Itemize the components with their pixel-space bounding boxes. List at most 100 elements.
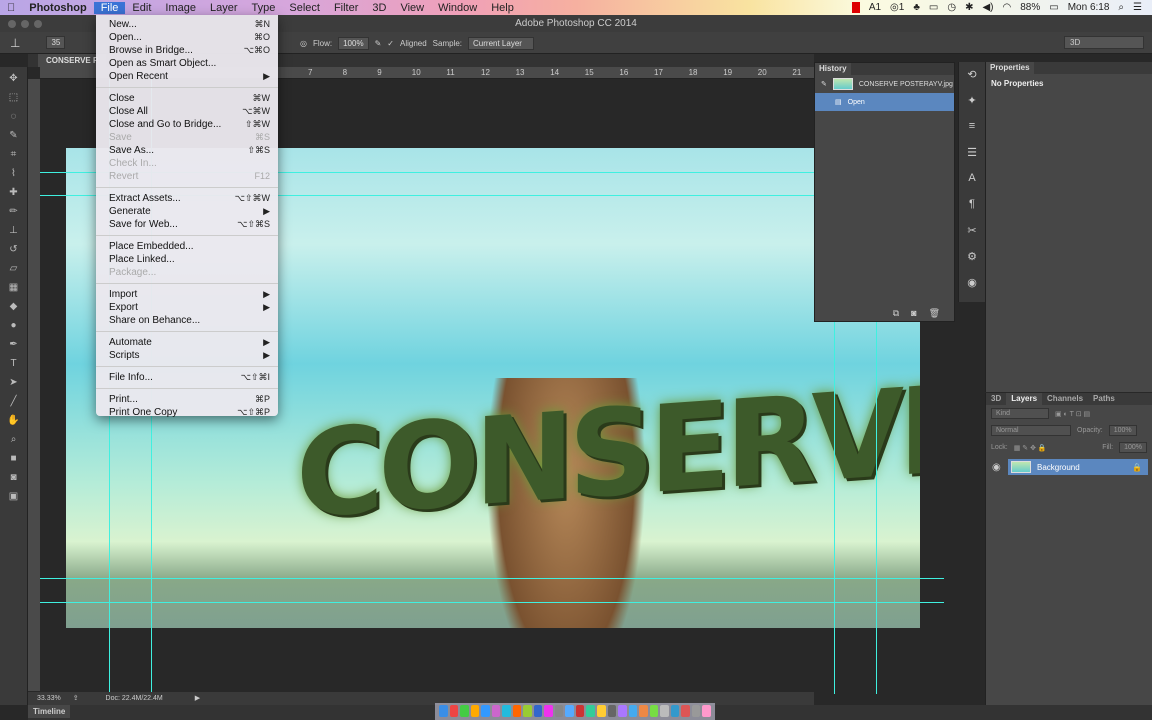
dock-app-icon[interactable] (586, 705, 595, 717)
menu-item-place-linked[interactable]: Place Linked... (96, 253, 278, 266)
menu-item-close[interactable]: Close ⌘W (96, 92, 278, 105)
dock-app-icon[interactable] (481, 705, 490, 717)
dock-app-icon[interactable] (607, 705, 617, 717)
menu-item-extract-assets[interactable]: Extract Assets... ⌥⇧⌘W (96, 192, 278, 205)
dock-app-icon[interactable] (691, 705, 701, 717)
eyedropper-tool-icon[interactable]: ⌇ (7, 167, 21, 181)
colors-tool-icon[interactable]: ■ (7, 452, 21, 466)
menu-image[interactable]: Image (158, 2, 203, 14)
menu-item-place-embedded[interactable]: Place Embedded... (96, 240, 278, 253)
crop-tool-icon[interactable]: ⌗ (7, 148, 21, 162)
hand-tool-icon[interactable]: ✋ (7, 414, 21, 428)
dock-app-icon[interactable] (618, 705, 627, 717)
opacity-input[interactable]: 100% (1108, 425, 1137, 436)
sample-select[interactable]: Current Layer (468, 36, 535, 50)
fill-input[interactable]: 100% (1119, 442, 1147, 453)
brush-presets-icon[interactable]: ✦ (962, 94, 982, 114)
menu-item-share-on-behance[interactable]: Share on Behance... (96, 314, 278, 327)
guide[interactable] (40, 602, 944, 603)
menu-file[interactable]: File (93, 1, 126, 14)
notification-center-icon[interactable]: ☰ (1133, 2, 1142, 13)
history-step[interactable]: ▤ Open (815, 93, 954, 111)
new-document-from-state-icon[interactable]: ⧉ (893, 308, 899, 319)
snapshot-camera-icon[interactable]: ◙ (911, 308, 916, 319)
volume-icon[interactable]: ◀) (982, 2, 993, 13)
menu-item-automate[interactable]: Automate ▶ (96, 336, 278, 349)
menu-3d[interactable]: 3D (365, 2, 393, 14)
menu-item-print[interactable]: Print... ⌘P (96, 393, 278, 406)
history-tab[interactable]: History (815, 63, 851, 75)
spotlight-icon[interactable]: ⌕ (1118, 2, 1124, 13)
move-tool-icon[interactable]: ✥ (7, 72, 21, 86)
brush-tool-icon[interactable]: ✏ (7, 205, 21, 219)
quick-select-tool-icon[interactable]: ✎ (7, 129, 21, 143)
tab-3d[interactable]: 3D (986, 393, 1006, 405)
adobe-icon[interactable]: A1 (869, 2, 881, 13)
dock-app-icon[interactable] (523, 705, 532, 717)
menu-item-browse-in-bridge[interactable]: Browse in Bridge... ⌥⌘O (96, 44, 278, 57)
menu-window[interactable]: Window (431, 2, 484, 14)
menu-help[interactable]: Help (484, 2, 521, 14)
dock-app-icon[interactable] (460, 705, 469, 717)
menu-item-close-all[interactable]: Close All ⌥⌘W (96, 105, 278, 118)
menu-item-export[interactable]: Export ▶ (96, 301, 278, 314)
menu-select[interactable]: Select (282, 2, 327, 14)
dodge-tool-icon[interactable]: ● (7, 319, 21, 333)
history-snapshot[interactable]: ✎ CONSERVE POSTERAYV.jpg (815, 75, 954, 93)
menu-photoshop[interactable]: Photoshop (22, 2, 93, 14)
dock-app-icon[interactable] (565, 705, 574, 717)
line-tool-icon[interactable]: ╱ (7, 395, 21, 409)
filter-icons[interactable]: ▣ ◐ T ⊡ ▤ (1055, 410, 1090, 418)
blur-tool-icon[interactable]: ◆ (7, 300, 21, 314)
zoom-button[interactable] (34, 20, 42, 28)
menu-view[interactable]: View (393, 2, 431, 14)
tab-layers[interactable]: Layers (1006, 393, 1043, 405)
status-app-icon[interactable] (851, 2, 860, 13)
dock-app-icon[interactable] (512, 705, 522, 717)
dock-app-icon[interactable] (660, 705, 669, 717)
healing-tool-icon[interactable]: ✚ (7, 186, 21, 200)
menu-item-generate[interactable]: Generate ▶ (96, 205, 278, 218)
creative-cloud-icon[interactable]: ◎1 (890, 2, 904, 13)
workspace-select[interactable]: 3D (1064, 36, 1144, 49)
lock-icons[interactable]: ▦ ✎ ✥ 🔒 (1014, 444, 1047, 452)
dock-app-icon[interactable] (449, 705, 459, 717)
menu-item-open-as-smart-object[interactable]: Open as Smart Object... (96, 57, 278, 70)
ruler-vertical[interactable] (28, 79, 40, 691)
swatches-icon[interactable]: ◉ (962, 276, 982, 296)
menu-item-open-recent[interactable]: Open Recent ▶ (96, 70, 278, 83)
pen-tool-icon[interactable]: ✒ (7, 338, 21, 352)
dock-app-icon[interactable] (544, 705, 553, 717)
clone-stamp-tool-icon[interactable]: ⊥ (7, 224, 21, 238)
guide[interactable] (834, 322, 835, 694)
clone-source-icon[interactable]: ⚙ (962, 250, 982, 270)
menu-item-save-as[interactable]: Save As... ⇧⌘S (96, 144, 278, 157)
export-icon[interactable]: ⇪ (73, 695, 79, 702)
filter-kind-select[interactable]: Kind (991, 408, 1049, 419)
dock-app-icon[interactable] (596, 705, 606, 717)
menu-layer[interactable]: Layer (203, 2, 245, 14)
dock-app-icon[interactable] (670, 705, 680, 717)
airplay-icon[interactable]: ▭ (929, 2, 938, 13)
airbrush-icon[interactable]: ◎ (300, 39, 307, 48)
layer-row-background[interactable]: Background 🔒 (1008, 459, 1148, 475)
timeline-tab[interactable]: Timeline (28, 705, 71, 718)
menu-item-open[interactable]: Open... ⌘O (96, 31, 278, 44)
adjustments-icon[interactable]: ≡ (962, 120, 982, 140)
dock-app-icon[interactable] (533, 705, 543, 717)
zoom-tool-icon[interactable]: ⌕ (7, 433, 21, 447)
history-panel-icon[interactable]: ⟲ (962, 68, 982, 88)
dock-app-icon[interactable] (649, 705, 659, 717)
menu-item-close-and-go-to-bridge[interactable]: Close and Go to Bridge... ⇧⌘W (96, 118, 278, 131)
visibility-eye-icon[interactable]: ◉ (992, 462, 1001, 473)
bluetooth-icon[interactable]: ✱ (965, 2, 973, 13)
menu-item-import[interactable]: Import ▶ (96, 288, 278, 301)
menu-item-save-for-web[interactable]: Save for Web... ⌥⇧⌘S (96, 218, 278, 231)
dock-app-icon[interactable] (702, 705, 711, 717)
dock-app-icon[interactable] (575, 705, 585, 717)
minimize-button[interactable] (21, 20, 29, 28)
flow-input[interactable]: 100% (338, 36, 369, 50)
menu-type[interactable]: Type (245, 2, 283, 14)
menu-item-scripts[interactable]: Scripts ▶ (96, 349, 278, 362)
evernote-icon[interactable]: ♣ (913, 2, 920, 13)
